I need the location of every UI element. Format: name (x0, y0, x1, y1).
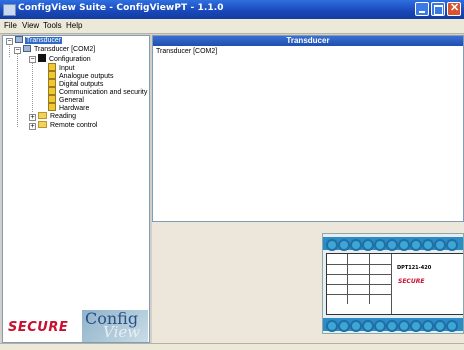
terminal-screw (338, 320, 350, 332)
expand-reading-toggle[interactable]: + (29, 114, 36, 121)
page-icon (48, 63, 56, 71)
terminal-screw (410, 239, 422, 251)
minimize-icon (419, 11, 425, 13)
collapse-configuration-toggle[interactable]: − (29, 56, 36, 63)
terminal-screw (374, 239, 386, 251)
tree-item-remote-control[interactable]: Remote control (38, 121, 98, 131)
menu-help[interactable]: Help (66, 21, 82, 30)
terminal-screw (374, 320, 386, 332)
maximize-button[interactable] (431, 2, 445, 16)
terminal-screw (446, 320, 458, 332)
label-grid-line (347, 254, 348, 304)
collapse-root-toggle[interactable]: − (6, 38, 13, 45)
top-terminal-strip (323, 237, 463, 251)
bottom-terminal-strip (323, 318, 463, 332)
terminal-screw (326, 239, 338, 251)
page-icon (48, 87, 56, 95)
tree-item-label: Transducer (25, 37, 63, 44)
menu-file[interactable]: File (4, 21, 17, 30)
window-title: ConfigView Suite - ConfigViewPT - 1.1.0 (18, 3, 224, 13)
app-icon (3, 4, 16, 16)
terminal-screw (338, 239, 350, 251)
label-grid-line (327, 274, 391, 275)
tree-guide (17, 52, 18, 127)
terminal-screw (326, 320, 338, 332)
page-icon (48, 79, 56, 87)
minimize-button[interactable] (415, 2, 429, 16)
menu-tools[interactable]: Tools (43, 21, 62, 30)
terminal-screw (422, 320, 434, 332)
terminal-screw (386, 239, 398, 251)
detail-pane-content: Transducer [COM2] (156, 48, 218, 55)
page-icon (48, 103, 56, 111)
terminal-screw (350, 320, 362, 332)
terminal-screw (386, 320, 398, 332)
title-bar: ConfigView Suite - ConfigViewPT - 1.1.0 … (0, 0, 464, 19)
tree-guide (32, 62, 33, 112)
device-icon (23, 45, 31, 52)
terminal-screw (434, 239, 446, 251)
label-grid-line (327, 284, 391, 285)
tree-guide (9, 43, 10, 57)
transducer-device-image: DPT121-420 SECURE (322, 233, 464, 334)
label-grid-line (327, 294, 391, 295)
folder-icon (38, 112, 47, 119)
menu-bar: File View Tools Help (0, 19, 464, 34)
label-grid-line (369, 254, 370, 304)
label-grid-line (327, 264, 391, 265)
detail-pane: Transducer Transducer [COM2] (152, 35, 464, 222)
computer-icon (15, 36, 23, 43)
terminal-screw (362, 320, 374, 332)
tree-item-label: Transducer [COM2] (34, 46, 96, 53)
tree-item-label: Remote control (50, 122, 98, 129)
terminal-screw (446, 239, 458, 251)
terminal-screw (398, 320, 410, 332)
folder-icon (38, 121, 47, 128)
tree-pane[interactable]: − Transducer − Transducer [COM2] − Confi… (2, 35, 150, 343)
terminal-screw (434, 320, 446, 332)
maximize-icon (434, 5, 443, 15)
expand-remote-toggle[interactable]: + (29, 123, 36, 130)
collapse-device-toggle[interactable]: − (14, 47, 21, 54)
configview-logo-view: View (103, 323, 141, 341)
close-icon: ✕ (450, 2, 460, 14)
terminal-screw (398, 239, 410, 251)
configuration-icon (38, 54, 46, 62)
tree-item-label: Hardware (59, 105, 90, 112)
page-icon (48, 71, 56, 79)
terminal-screw (350, 239, 362, 251)
label-grid-line (391, 254, 392, 314)
tree-item-label: Configuration (49, 56, 91, 63)
tree-item-label: Reading (50, 113, 77, 120)
device-model: DPT121-420 (397, 265, 432, 271)
page-icon (48, 95, 56, 103)
device-label-panel: DPT121-420 SECURE (326, 253, 463, 315)
terminal-screw (410, 320, 422, 332)
detail-pane-header: Transducer (153, 36, 463, 46)
menu-view[interactable]: View (22, 21, 39, 30)
secure-logo: SECURE (8, 320, 69, 335)
terminal-screw (422, 239, 434, 251)
terminal-screw (362, 239, 374, 251)
device-brand: SECURE (398, 278, 425, 285)
close-button[interactable]: ✕ (447, 2, 461, 16)
